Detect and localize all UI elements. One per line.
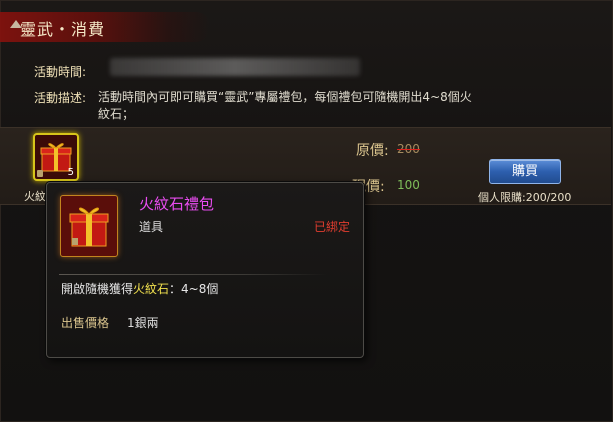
tooltip-item-type: 道具 <box>139 220 164 234</box>
activity-time-value-redacted <box>110 58 360 76</box>
gift-box-icon <box>69 207 109 247</box>
current-price-value: 100 <box>397 178 420 192</box>
original-price-label: 原價: <box>356 143 389 159</box>
item-quantity: 5 <box>67 167 74 178</box>
buy-button[interactable]: 購買 <box>489 159 561 184</box>
bound-lock-icon <box>37 170 43 177</box>
tooltip-divider <box>59 274 327 275</box>
activity-description: 活動時間內可即可購買“靈武”專屬禮包，每個禮包可隨機開出4~8個火紋石； <box>98 90 472 121</box>
tooltip-effect-highlight: 火紋石 <box>133 282 170 296</box>
tooltip-effect: 開啟隨機獲得火紋石：4~8個 <box>61 280 218 297</box>
tooltip-item-frame <box>60 195 118 257</box>
tooltip-effect-suffix: ：4~8個 <box>169 282 219 296</box>
tooltip-item-name: 火紋石禮包 <box>139 195 215 213</box>
tooltip-effect-prefix: 開啟隨機獲得 <box>61 282 134 296</box>
purchase-limit: 個人限購:200/200 <box>478 191 572 204</box>
tooltip-sell-value: 1銀兩 <box>127 316 159 330</box>
activity-time-label: 活動時間: <box>34 65 87 79</box>
tooltip-sell-label: 出售價格 <box>61 316 110 330</box>
panel-title: 靈武・消費 <box>20 20 106 39</box>
item-tooltip: 火紋石禮包 道具 已綁定 開啟隨機獲得火紋石：4~8個 出售價格 1銀兩 <box>46 182 364 358</box>
activity-desc-label: 活動描述: <box>34 91 87 105</box>
tooltip-bound-status: 已綁定 <box>314 220 351 234</box>
item-name: 火紋 <box>24 190 46 203</box>
item-slot[interactable]: 5 <box>33 133 79 181</box>
original-price-value: 200 <box>397 142 420 156</box>
